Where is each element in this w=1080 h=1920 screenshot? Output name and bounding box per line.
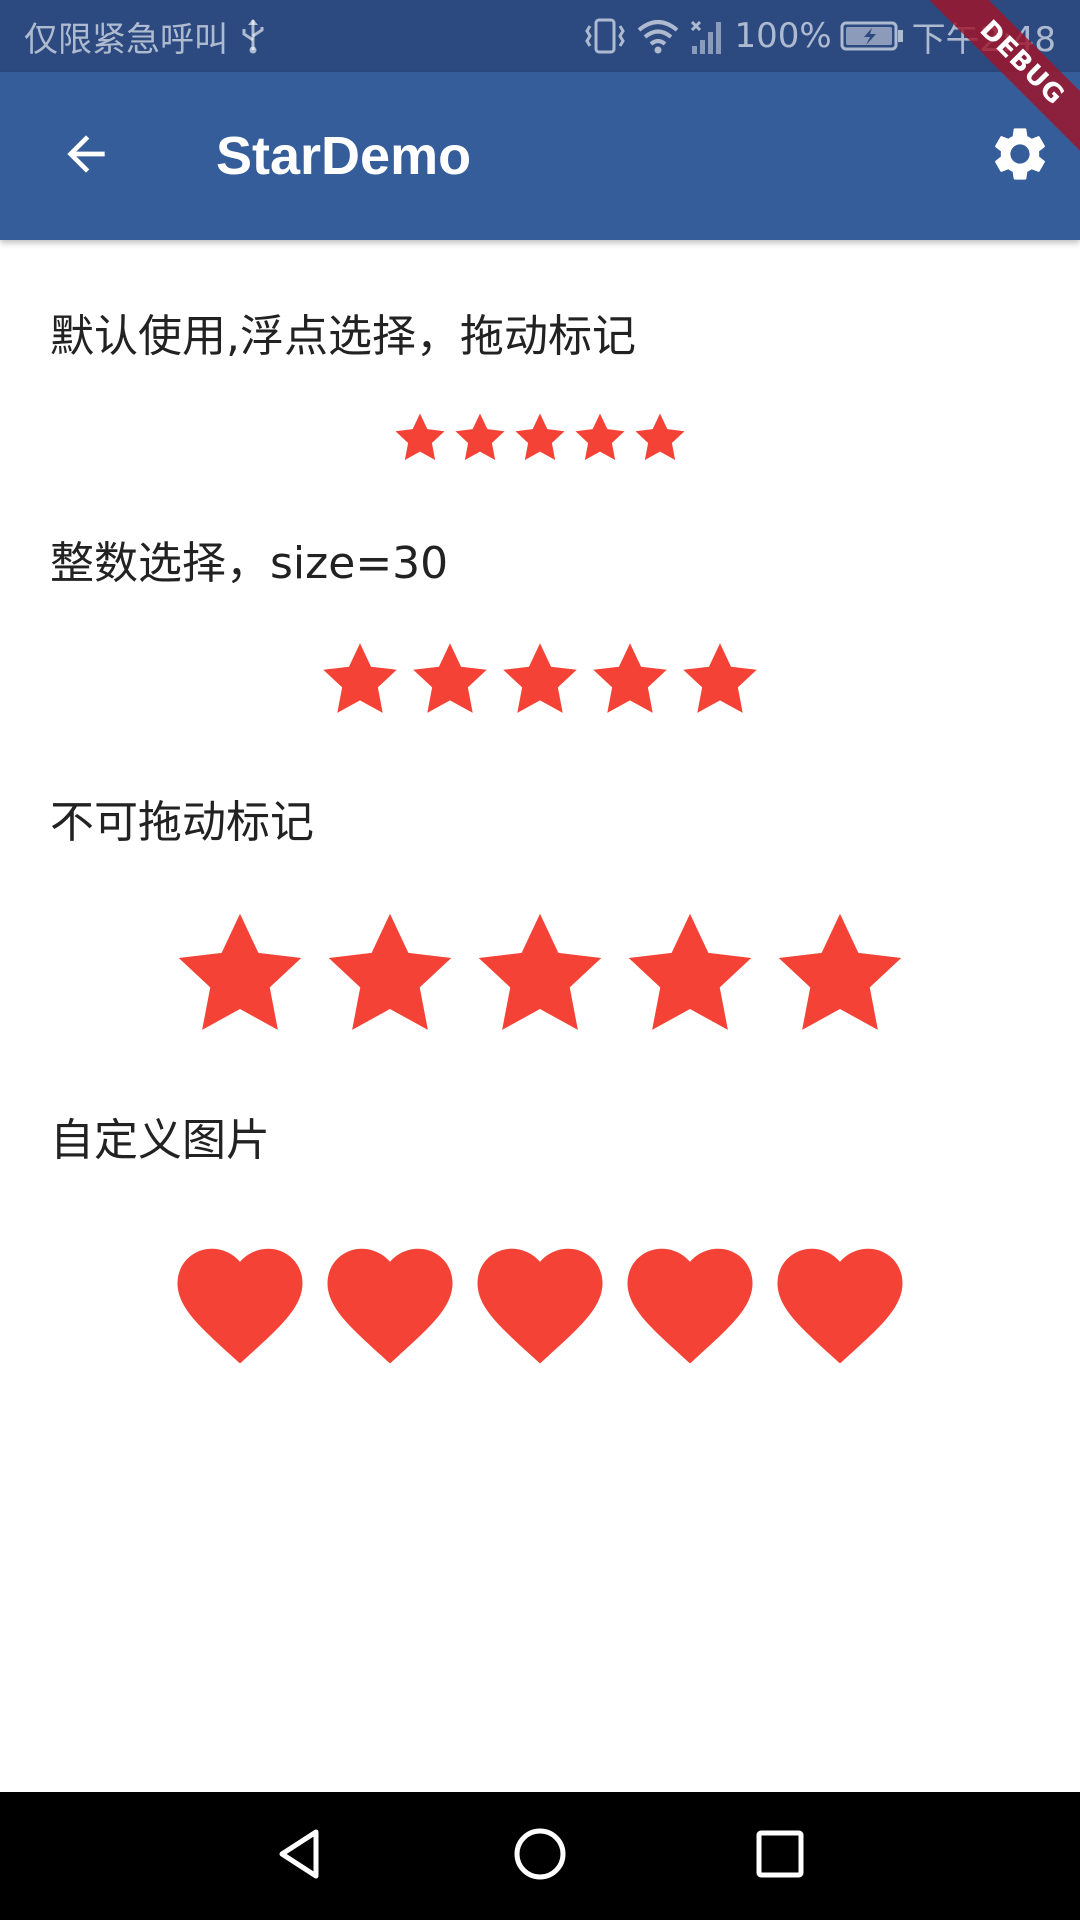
settings-button[interactable] [972, 108, 1068, 204]
heart-icon[interactable] [765, 1230, 915, 1380]
star-icon [465, 900, 615, 1050]
status-right: 100% 下午2:48 [582, 0, 1056, 72]
section-label-integer: 整数选择，size=30 [50, 538, 449, 589]
star-icon[interactable] [495, 635, 585, 725]
star-icon [765, 900, 915, 1050]
nav-recents-icon [752, 1826, 808, 1886]
heart-icon[interactable] [165, 1230, 315, 1380]
star-icon [315, 900, 465, 1050]
section-label-custom: 自定义图片 [50, 1115, 270, 1166]
heart-icon[interactable] [465, 1230, 615, 1380]
heart-icon[interactable] [615, 1230, 765, 1380]
rating-row-static [0, 900, 1080, 1050]
usb-icon [240, 18, 266, 54]
star-icon[interactable] [570, 408, 630, 468]
carrier-text: 仅限紧急呼叫 [24, 19, 228, 60]
section-label-float: 默认使用,浮点选择，拖动标记 [50, 311, 636, 362]
app-bar: StarDemo [0, 72, 1080, 240]
nav-home-button[interactable] [492, 1808, 588, 1904]
gear-icon [988, 122, 1052, 190]
heart-icon[interactable] [315, 1230, 465, 1380]
section-label-static: 不可拖动标记 [50, 797, 314, 848]
star-icon[interactable] [630, 408, 690, 468]
signal-off-icon [688, 16, 726, 56]
nav-back-button[interactable] [252, 1808, 348, 1904]
wifi-icon [636, 16, 680, 56]
star-icon [615, 900, 765, 1050]
star-icon[interactable] [510, 408, 570, 468]
star-icon[interactable] [390, 408, 450, 468]
status-bar: 仅限紧急呼叫 100% 下午2:48 [0, 0, 1080, 72]
star-icon[interactable] [450, 408, 510, 468]
star-icon[interactable] [585, 635, 675, 725]
nav-back-icon [272, 1826, 328, 1886]
page-title: StarDemo [216, 126, 472, 186]
time-text: 下午2:48 [911, 19, 1056, 60]
battery-text: 100% [734, 16, 832, 56]
rating-row-custom[interactable] [0, 1230, 1080, 1380]
star-icon [165, 900, 315, 1050]
rating-row-float[interactable] [0, 408, 1080, 468]
star-icon[interactable] [675, 635, 765, 725]
battery-charging-icon [840, 18, 904, 54]
nav-recents-button[interactable] [732, 1808, 828, 1904]
star-icon[interactable] [405, 635, 495, 725]
star-icon[interactable] [315, 635, 405, 725]
vibrate-icon [582, 16, 628, 56]
back-button[interactable] [38, 108, 134, 204]
arrow-back-icon [58, 126, 114, 186]
nav-bar [0, 1792, 1080, 1920]
rating-row-integer[interactable] [0, 635, 1080, 725]
nav-home-icon [512, 1826, 568, 1886]
status-left: 仅限紧急呼叫 [24, 0, 266, 72]
